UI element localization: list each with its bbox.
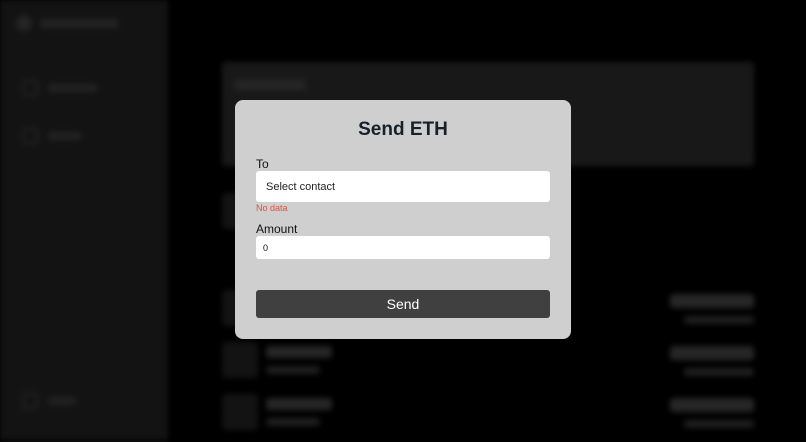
modal-title: Send ETH [358, 119, 448, 140]
send-button[interactable]: Send [256, 290, 550, 318]
send-eth-modal: Send ETH To Select contact No data Amoun… [235, 100, 571, 339]
to-error-message: No data [256, 203, 288, 213]
contact-select-value: Select contact [266, 180, 336, 193]
to-label: To [256, 157, 269, 171]
contact-select[interactable]: Select contact [256, 171, 550, 202]
amount-label: Amount [256, 222, 298, 236]
amount-input[interactable] [256, 236, 550, 259]
